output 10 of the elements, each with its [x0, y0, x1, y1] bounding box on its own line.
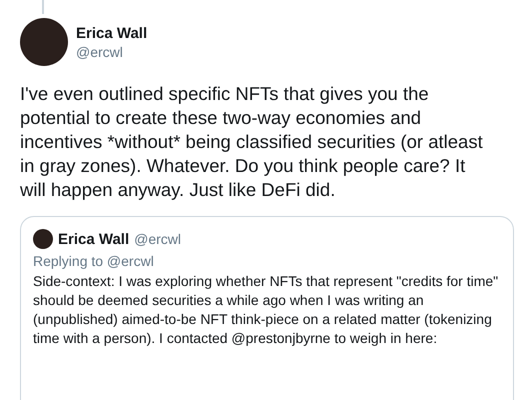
avatar-circle — [33, 229, 53, 249]
author-handle: @ercwl — [134, 231, 182, 247]
author-handle[interactable]: @ercwl — [76, 44, 148, 60]
quoted-tweet-text: Side-context: I was exploring whether NFTs that represent "credits for time" should be deemed securities a while ago when I was writing an (unpublished) aimed-to-be NFT think-piece on a related matter (tokenizing time with a person). I contacted @prestonjbyrne to weigh in here: — [33, 272, 500, 348]
avatar-circle[interactable] — [20, 18, 68, 66]
replying-to-text: Replying to @ercwl — [33, 253, 155, 269]
author-name[interactable]: Erica Wall — [76, 24, 148, 42]
tweet-text: I've even outlined specific NFTs that gives you the potential to create these two-way economies and incentives *without* being classified securities (or atleast in gray zones). Whatever. Do you think people care? It will happen anyway. Just like DeFi did. — [20, 82, 484, 202]
author-name: Erica Wall — [58, 230, 130, 248]
quoted-tweet-card[interactable] — [20, 216, 514, 400]
